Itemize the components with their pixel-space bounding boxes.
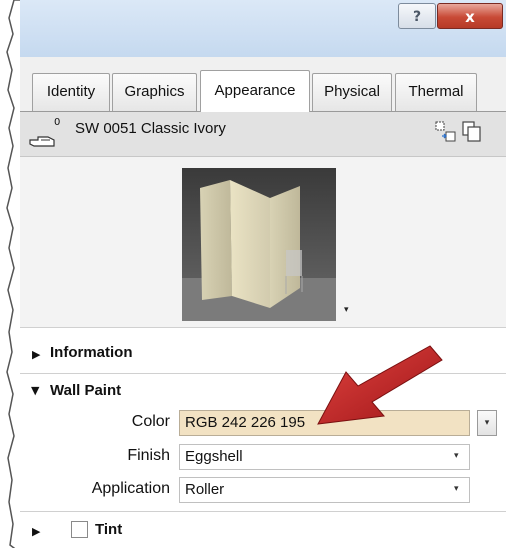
bottom-edge [0, 548, 511, 560]
annotation-arrow [317, 345, 443, 425]
